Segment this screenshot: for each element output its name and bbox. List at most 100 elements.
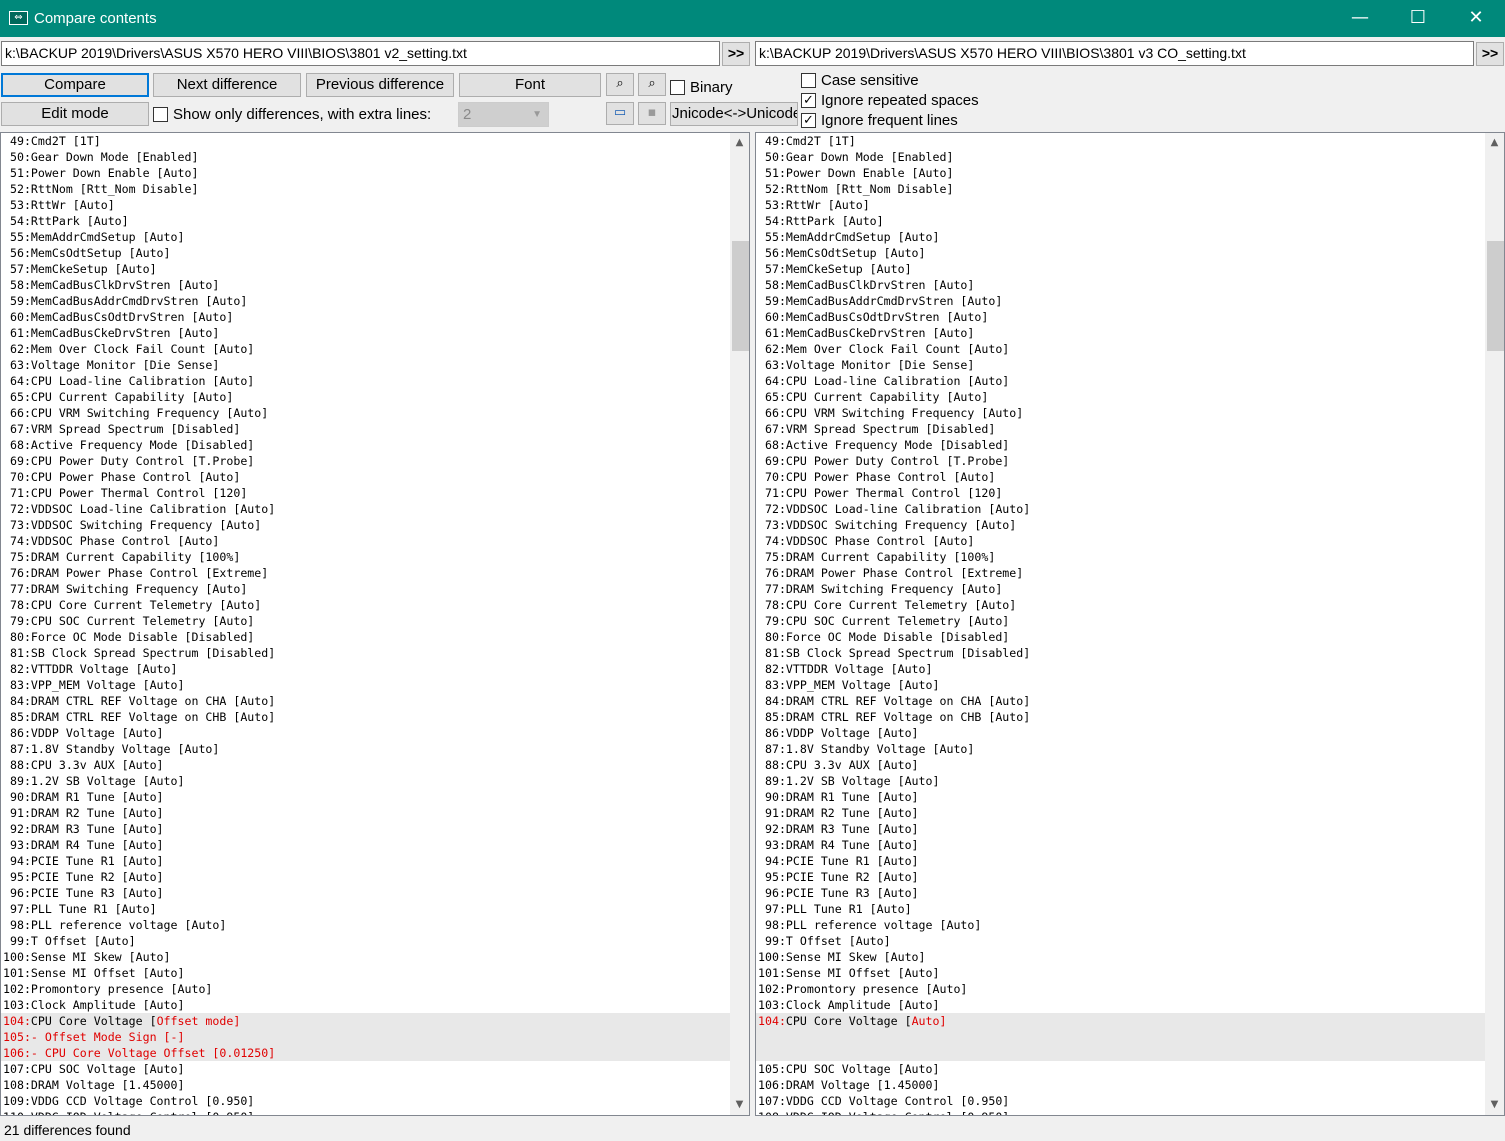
window-icon[interactable]: ▭ [606, 102, 634, 125]
diff-line[interactable]: 104:CPU Core Voltage [Auto] [756, 1013, 1485, 1029]
diff-line[interactable]: 105:- Offset Mode Sign [-] [1, 1029, 730, 1045]
text-line[interactable]: 103:Clock Amplitude [Auto] [1, 997, 730, 1013]
text-line[interactable]: 103:Clock Amplitude [Auto] [756, 997, 1485, 1013]
text-line[interactable]: 74:VDDSOC Phase Control [Auto] [1, 533, 730, 549]
text-line[interactable]: 64:CPU Load-line Calibration [Auto] [1, 373, 730, 389]
scroll-down-icon[interactable]: ▼ [1485, 1096, 1504, 1113]
text-line[interactable]: 95:PCIE Tune R2 [Auto] [1, 869, 730, 885]
text-line[interactable]: 51:Power Down Enable [Auto] [756, 165, 1485, 181]
text-line[interactable]: 56:MemCsOdtSetup [Auto] [756, 245, 1485, 261]
text-line[interactable]: 68:Active Frequency Mode [Disabled] [1, 437, 730, 453]
text-line[interactable]: 59:MemCadBusAddrCmdDrvStren [Auto] [1, 293, 730, 309]
left-scrollbar[interactable]: ▲ ▼ [730, 133, 749, 1115]
text-line[interactable]: 98:PLL reference voltage [Auto] [756, 917, 1485, 933]
text-line[interactable]: 66:CPU VRM Switching Frequency [Auto] [1, 405, 730, 421]
text-line[interactable]: 78:CPU Core Current Telemetry [Auto] [1, 597, 730, 613]
text-line[interactable]: 84:DRAM CTRL REF Voltage on CHA [Auto] [1, 693, 730, 709]
left-text-pane[interactable]: 49:Cmd2T [1T] 50:Gear Down Mode [Enabled… [0, 132, 750, 1116]
text-line[interactable]: 51:Power Down Enable [Auto] [1, 165, 730, 181]
text-line[interactable]: 99:T Offset [Auto] [756, 933, 1485, 949]
text-line[interactable]: 62:Mem Over Clock Fail Count [Auto] [1, 341, 730, 357]
left-scrollbar-thumb[interactable] [732, 241, 749, 351]
text-line[interactable]: 76:DRAM Power Phase Control [Extreme] [1, 565, 730, 581]
left-lines[interactable]: 49:Cmd2T [1T] 50:Gear Down Mode [Enabled… [1, 133, 730, 1115]
find-icon[interactable]: ⌕ [606, 73, 634, 96]
diff-line[interactable] [756, 1045, 1485, 1061]
text-line[interactable]: 89:1.2V SB Voltage [Auto] [756, 773, 1485, 789]
show-only-differences-box[interactable] [153, 107, 168, 122]
find-next-icon[interactable]: ⌕ [638, 73, 666, 96]
extra-lines-select[interactable]: 2 ▼ [458, 102, 549, 127]
minimize-button[interactable]: — [1331, 0, 1389, 37]
text-line[interactable]: 106:DRAM Voltage [1.45000] [756, 1077, 1485, 1093]
text-line[interactable]: 54:RttPark [Auto] [756, 213, 1485, 229]
text-line[interactable]: 77:DRAM Switching Frequency [Auto] [1, 581, 730, 597]
maximize-button[interactable]: ☐ [1389, 0, 1447, 37]
text-line[interactable]: 72:VDDSOC Load-line Calibration [Auto] [756, 501, 1485, 517]
text-line[interactable]: 108:VDDG IOD Voltage Control [0.950] [756, 1109, 1485, 1115]
text-line[interactable]: 60:MemCadBusCsOdtDrvStren [Auto] [756, 309, 1485, 325]
text-line[interactable]: 64:CPU Load-line Calibration [Auto] [756, 373, 1485, 389]
text-line[interactable]: 100:Sense MI Skew [Auto] [756, 949, 1485, 965]
text-line[interactable]: 73:VDDSOC Switching Frequency [Auto] [1, 517, 730, 533]
text-line[interactable]: 91:DRAM R2 Tune [Auto] [1, 805, 730, 821]
text-line[interactable]: 72:VDDSOC Load-line Calibration [Auto] [1, 501, 730, 517]
text-line[interactable]: 92:DRAM R3 Tune [Auto] [756, 821, 1485, 837]
text-line[interactable]: 69:CPU Power Duty Control [T.Probe] [1, 453, 730, 469]
text-line[interactable]: 79:CPU SOC Current Telemetry [Auto] [756, 613, 1485, 629]
text-line[interactable]: 88:CPU 3.3v AUX [Auto] [756, 757, 1485, 773]
text-line[interactable]: 105:CPU SOC Voltage [Auto] [756, 1061, 1485, 1077]
text-line[interactable]: 57:MemCkeSetup [Auto] [756, 261, 1485, 277]
left-browse-button[interactable]: >> [722, 42, 750, 66]
text-line[interactable]: 94:PCIE Tune R1 [Auto] [756, 853, 1485, 869]
text-line[interactable]: 55:MemAddrCmdSetup [Auto] [756, 229, 1485, 245]
text-line[interactable]: 110:VDDG IOD Voltage Control [0.950] [1, 1109, 730, 1115]
text-line[interactable]: 83:VPP_MEM Voltage [Auto] [1, 677, 730, 693]
text-line[interactable]: 49:Cmd2T [1T] [756, 133, 1485, 149]
previous-difference-button[interactable]: Previous difference [306, 73, 454, 97]
text-line[interactable]: 87:1.8V Standby Voltage [Auto] [756, 741, 1485, 757]
text-line[interactable]: 60:MemCadBusCsOdtDrvStren [Auto] [1, 309, 730, 325]
diff-line[interactable] [756, 1029, 1485, 1045]
text-line[interactable]: 71:CPU Power Thermal Control [120] [756, 485, 1485, 501]
text-line[interactable]: 101:Sense MI Offset [Auto] [756, 965, 1485, 981]
text-line[interactable]: 85:DRAM CTRL REF Voltage on CHB [Auto] [756, 709, 1485, 725]
text-line[interactable]: 87:1.8V Standby Voltage [Auto] [1, 741, 730, 757]
text-line[interactable]: 86:VDDP Voltage [Auto] [1, 725, 730, 741]
scroll-down-icon[interactable]: ▼ [730, 1096, 749, 1113]
text-line[interactable]: 65:CPU Current Capability [Auto] [756, 389, 1485, 405]
text-line[interactable]: 90:DRAM R1 Tune [Auto] [756, 789, 1485, 805]
text-line[interactable]: 59:MemCadBusAddrCmdDrvStren [Auto] [756, 293, 1485, 309]
unicode-button[interactable]: Jnicode<->Unicode [670, 102, 798, 126]
text-line[interactable]: 96:PCIE Tune R3 [Auto] [756, 885, 1485, 901]
right-browse-button[interactable]: >> [1476, 42, 1504, 66]
text-line[interactable]: 107:VDDG CCD Voltage Control [0.950] [756, 1093, 1485, 1109]
edit-mode-button[interactable]: Edit mode [1, 102, 149, 126]
text-line[interactable]: 78:CPU Core Current Telemetry [Auto] [756, 597, 1485, 613]
text-line[interactable]: 73:VDDSOC Switching Frequency [Auto] [756, 517, 1485, 533]
text-line[interactable]: 69:CPU Power Duty Control [T.Probe] [756, 453, 1485, 469]
text-line[interactable]: 101:Sense MI Offset [Auto] [1, 965, 730, 981]
text-line[interactable]: 62:Mem Over Clock Fail Count [Auto] [756, 341, 1485, 357]
text-line[interactable]: 93:DRAM R4 Tune [Auto] [1, 837, 730, 853]
text-line[interactable]: 75:DRAM Current Capability [100%] [756, 549, 1485, 565]
text-line[interactable]: 96:PCIE Tune R3 [Auto] [1, 885, 730, 901]
check-icon[interactable]: ✓ [801, 113, 816, 128]
text-line[interactable]: 66:CPU VRM Switching Frequency [Auto] [756, 405, 1485, 421]
binary-checkbox[interactable]: Binary [670, 79, 733, 96]
text-line[interactable]: 94:PCIE Tune R1 [Auto] [1, 853, 730, 869]
text-line[interactable]: 53:RttWr [Auto] [756, 197, 1485, 213]
text-line[interactable]: 63:Voltage Monitor [Die Sense] [756, 357, 1485, 373]
text-line[interactable]: 65:CPU Current Capability [Auto] [1, 389, 730, 405]
text-line[interactable]: 84:DRAM CTRL REF Voltage on CHA [Auto] [756, 693, 1485, 709]
text-line[interactable]: 70:CPU Power Phase Control [Auto] [756, 469, 1485, 485]
text-line[interactable]: 93:DRAM R4 Tune [Auto] [756, 837, 1485, 853]
text-line[interactable]: 92:DRAM R3 Tune [Auto] [1, 821, 730, 837]
show-only-differences-checkbox[interactable]: Show only differences, with extra lines: [153, 106, 431, 123]
text-line[interactable]: 81:SB Clock Spread Spectrum [Disabled] [1, 645, 730, 661]
ignore-repeated-spaces-checkbox[interactable]: ✓ Ignore repeated spaces [801, 92, 979, 109]
text-line[interactable]: 98:PLL reference voltage [Auto] [1, 917, 730, 933]
case-sensitive-checkbox[interactable]: Case sensitive [801, 72, 919, 89]
right-file-path-input[interactable]: k:\BACKUP 2019\Drivers\ASUS X570 HERO VI… [755, 41, 1474, 66]
right-scrollbar-thumb[interactable] [1487, 241, 1504, 351]
